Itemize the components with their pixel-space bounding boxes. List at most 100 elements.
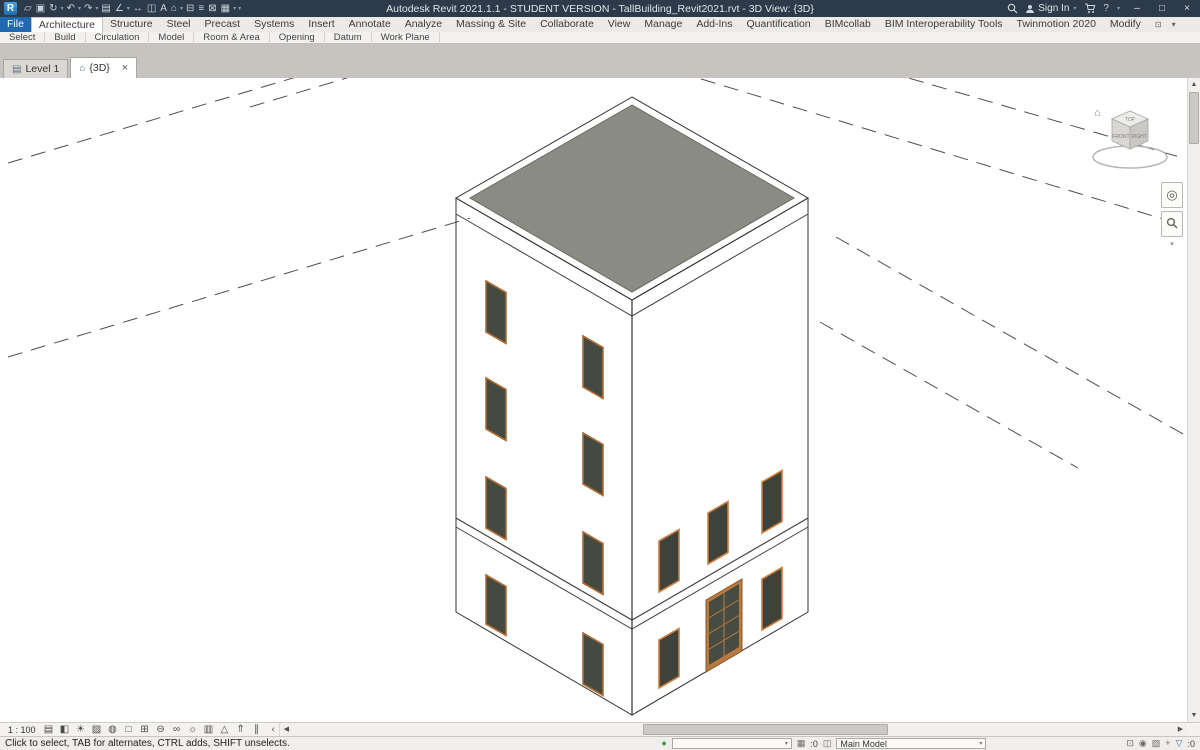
window[interactable] xyxy=(658,627,680,690)
ribbon-tab-bimcollab[interactable]: BIMcollab xyxy=(818,17,878,32)
viewcube-home-icon[interactable]: ⌂ xyxy=(1094,107,1101,119)
detail-level-icon[interactable]: ▤ xyxy=(42,723,56,736)
design-options-icon[interactable]: ◫ xyxy=(823,737,832,750)
reference-line[interactable] xyxy=(7,78,360,164)
vertical-scrollbar[interactable]: ▲ ▼ xyxy=(1187,78,1200,722)
minimize-button[interactable]: – xyxy=(1128,0,1146,17)
active-workset-select[interactable]: ▾ xyxy=(671,738,792,749)
reference-line[interactable] xyxy=(819,321,1079,469)
tab-scroll-left-icon[interactable]: ‹ xyxy=(268,724,279,735)
reference-line[interactable] xyxy=(249,78,350,108)
ribbon-tab-addins[interactable]: Add-Ins xyxy=(689,17,739,32)
ribbon-tab-steel[interactable]: Steel xyxy=(160,17,198,32)
select-links-icon[interactable]: ⊡ xyxy=(1126,737,1134,750)
design-options-select[interactable]: Main Model ▾ xyxy=(836,738,987,749)
ribbon-tab-bim-interoperability[interactable]: BIM Interoperability Tools xyxy=(878,17,1010,32)
ribbon-tab-view[interactable]: View xyxy=(601,17,638,32)
ribbon-tab-modify[interactable]: Modify xyxy=(1103,17,1148,32)
panel-datum[interactable]: Datum xyxy=(325,31,372,44)
zoom-button[interactable] xyxy=(1161,211,1183,237)
ribbon-tab-collaborate[interactable]: Collaborate xyxy=(533,17,601,32)
roof-inner-slab[interactable] xyxy=(468,104,796,293)
rendering-dialog-icon[interactable]: ◍ xyxy=(106,723,120,736)
window[interactable] xyxy=(582,431,604,497)
displacement-sets-icon[interactable]: ⇑ xyxy=(234,723,248,736)
editable-only-icon[interactable]: ▦ xyxy=(797,737,806,750)
worksets-icon[interactable]: ● xyxy=(661,737,666,750)
ribbon-display-toggle-icon[interactable]: ⊡ xyxy=(1152,17,1165,32)
save-icon[interactable]: ▣ xyxy=(34,0,47,17)
open-icon[interactable]: ▱ xyxy=(22,0,34,17)
crop-view-icon[interactable]: □ xyxy=(122,723,136,736)
ribbon-tab-insert[interactable]: Insert xyxy=(301,17,341,32)
window[interactable] xyxy=(582,530,604,596)
redo-icon[interactable]: ↷ xyxy=(82,0,94,17)
panel-opening[interactable]: Opening xyxy=(270,31,325,44)
ribbon-tab-twinmotion[interactable]: Twinmotion 2020 xyxy=(1010,17,1103,32)
view-tab-3d[interactable]: ⌂ {3D} × xyxy=(70,57,138,78)
measure-icon[interactable]: ∠ xyxy=(113,0,126,17)
reference-line[interactable] xyxy=(835,236,1184,435)
view-tab-level-1[interactable]: ▤ Level 1 xyxy=(3,59,69,78)
visual-style-icon[interactable]: ◧ xyxy=(58,723,72,736)
ribbon-tab-massing-site[interactable]: Massing & Site xyxy=(449,17,533,32)
panel-build[interactable]: Build xyxy=(45,31,86,44)
window[interactable] xyxy=(485,376,507,442)
scroll-left-icon[interactable]: ◀ xyxy=(280,723,293,736)
show-crop-region-icon[interactable]: ⊞ xyxy=(138,723,152,736)
window[interactable] xyxy=(761,469,783,535)
ribbon-tab-structure[interactable]: Structure xyxy=(103,17,160,32)
help-caret-icon[interactable]: ▾ xyxy=(1116,5,1121,12)
sign-in-button[interactable]: Sign In ▾ xyxy=(1025,3,1077,14)
panel-circulation[interactable]: Circulation xyxy=(86,31,150,44)
drawing-area[interactable]: ⌂ TOP FRONT RIGHT ◎ ▾ ▲ ▼ xyxy=(0,78,1200,722)
window[interactable] xyxy=(485,475,507,541)
scroll-right-icon[interactable]: ▶ xyxy=(1174,723,1187,736)
ribbon-tab-manage[interactable]: Manage xyxy=(637,17,689,32)
close-hidden-windows-icon[interactable]: ⊠ xyxy=(206,0,218,17)
ribbon-display-caret-icon[interactable]: ▾ xyxy=(1169,17,1179,32)
restore-button[interactable]: □ xyxy=(1153,0,1171,17)
horizontal-scroll-thumb[interactable] xyxy=(642,724,888,735)
undo-icon[interactable]: ↶ xyxy=(65,0,77,17)
window[interactable] xyxy=(761,566,783,632)
view-scale-button[interactable]: 1 : 100 xyxy=(4,725,40,735)
ribbon-tab-precast[interactable]: Precast xyxy=(198,17,248,32)
tag-by-category-icon[interactable]: ◫ xyxy=(145,0,158,17)
window[interactable] xyxy=(485,573,507,637)
ribbon-tab-analyze[interactable]: Analyze xyxy=(398,17,449,32)
scroll-down-icon[interactable]: ▼ xyxy=(1188,709,1200,722)
close-button[interactable]: × xyxy=(1178,0,1196,17)
ribbon-tab-annotate[interactable]: Annotate xyxy=(342,17,398,32)
help-icon[interactable]: ? xyxy=(1103,3,1109,14)
ribbon-tab-quantification[interactable]: Quantification xyxy=(740,17,818,32)
switch-windows-icon[interactable]: ▦ xyxy=(219,0,232,17)
revit-logo[interactable]: R xyxy=(4,2,17,15)
window[interactable] xyxy=(582,334,604,400)
search-icon[interactable] xyxy=(1007,3,1018,14)
ribbon-tab-architecture[interactable]: Architecture xyxy=(30,17,103,32)
section-icon[interactable]: ⊟ xyxy=(184,0,196,17)
reveal-hidden-elements-icon[interactable]: ☼ xyxy=(186,723,200,736)
panel-model[interactable]: Model xyxy=(149,31,195,44)
navbar-caret-icon[interactable]: ▾ xyxy=(1170,240,1174,248)
shadows-icon[interactable]: ▨ xyxy=(90,723,104,736)
default-3d-view-icon[interactable]: ⌂ xyxy=(169,0,179,17)
sun-path-icon[interactable]: ☀ xyxy=(74,723,88,736)
window[interactable] xyxy=(485,279,507,345)
close-view-tab-icon[interactable]: × xyxy=(122,62,128,74)
panel-work-plane[interactable]: Work Plane xyxy=(372,31,440,44)
viewcube[interactable]: ⌂ TOP FRONT RIGHT xyxy=(1092,107,1168,169)
analytical-model-icon[interactable]: △ xyxy=(218,723,232,736)
steering-wheel-button[interactable]: ◎ xyxy=(1161,182,1183,208)
cart-icon[interactable] xyxy=(1084,3,1096,14)
panel-room-area[interactable]: Room & Area xyxy=(194,31,270,44)
vertical-scroll-thumb[interactable] xyxy=(1189,92,1199,144)
select-pinned-icon[interactable]: ◉ xyxy=(1139,737,1147,750)
entry-door[interactable] xyxy=(705,578,743,673)
ribbon-tab-file[interactable]: File xyxy=(0,17,31,32)
drag-on-selection-icon[interactable]: + xyxy=(1165,737,1170,750)
lock-3d-view-icon[interactable]: ⊖ xyxy=(154,723,168,736)
thin-lines-icon[interactable]: ≡ xyxy=(196,0,206,17)
scroll-up-icon[interactable]: ▲ xyxy=(1188,78,1200,91)
